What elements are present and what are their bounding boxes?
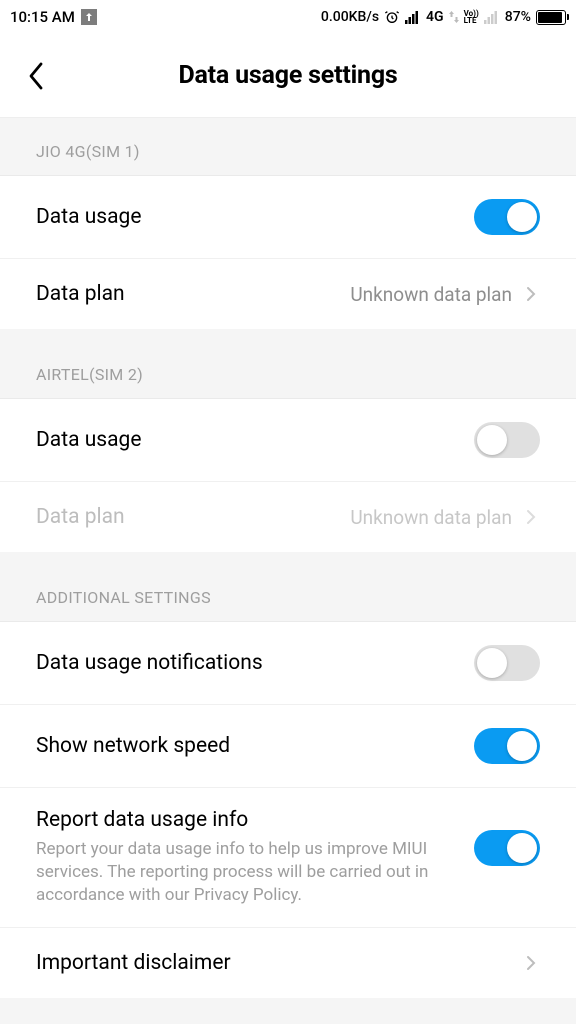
row-label: Data plan [36, 282, 350, 306]
row-label: Show network speed [36, 734, 474, 758]
row-report-usage[interactable]: Report data usage info Report your data … [0, 787, 576, 927]
chevron-right-icon [522, 955, 540, 971]
section-header-additional: ADDITIONAL SETTINGS [0, 564, 576, 621]
toggle-notifications[interactable] [474, 645, 540, 681]
battery-percent: 87% [505, 9, 531, 25]
alarm-icon [384, 9, 400, 25]
upload-indicator-icon [81, 9, 97, 25]
signal-2-icon [484, 10, 500, 24]
status-bar: 10:15 AM 0.00KB/s 4G Vo)) LTE 87% [0, 0, 576, 34]
row-label: Report data usage info [36, 808, 474, 832]
row-sim2-data-usage[interactable]: Data usage [0, 398, 576, 481]
back-button[interactable] [22, 62, 50, 90]
row-value: Unknown data plan [350, 506, 512, 529]
row-label: Data usage notifications [36, 651, 474, 675]
section-header-sim2: AIRTEL(SIM 2) [0, 341, 576, 398]
battery-icon [536, 10, 566, 25]
status-time: 10:15 AM [10, 8, 75, 26]
row-show-network-speed[interactable]: Show network speed [0, 704, 576, 787]
row-value: Unknown data plan [350, 283, 512, 306]
row-label: Data usage [36, 205, 474, 229]
toggle-sim2-data-usage[interactable] [474, 422, 540, 458]
network-speed: 0.00KB/s [321, 9, 379, 25]
volte-indicator: Vo)) LTE [464, 10, 479, 24]
chevron-right-icon [522, 509, 540, 525]
row-sim2-data-plan: Data plan Unknown data plan [0, 481, 576, 552]
row-sim1-data-plan[interactable]: Data plan Unknown data plan [0, 258, 576, 329]
toggle-show-network-speed[interactable] [474, 728, 540, 764]
row-sim1-data-usage[interactable]: Data usage [0, 175, 576, 258]
row-notifications[interactable]: Data usage notifications [0, 621, 576, 704]
toggle-sim1-data-usage[interactable] [474, 199, 540, 235]
row-important-disclaimer[interactable]: Important disclaimer [0, 927, 576, 998]
updown-icon [449, 11, 459, 23]
toggle-report-usage[interactable] [474, 830, 540, 866]
signal-1-icon [405, 10, 421, 24]
network-type-1: 4G [426, 9, 444, 25]
row-label: Data usage [36, 428, 474, 452]
chevron-right-icon [522, 286, 540, 302]
group-sim2: Data usage Data plan Unknown data plan [0, 398, 576, 552]
group-sim1: Data usage Data plan Unknown data plan [0, 175, 576, 329]
row-label: Data plan [36, 505, 350, 529]
row-description: Report your data usage info to help us i… [36, 838, 436, 907]
page-title: Data usage settings [0, 61, 576, 90]
group-additional: Data usage notifications Show network sp… [0, 621, 576, 998]
page-header: Data usage settings [0, 34, 576, 118]
row-label: Important disclaimer [36, 951, 522, 975]
section-header-sim1: JIO 4G(SIM 1) [0, 118, 576, 175]
